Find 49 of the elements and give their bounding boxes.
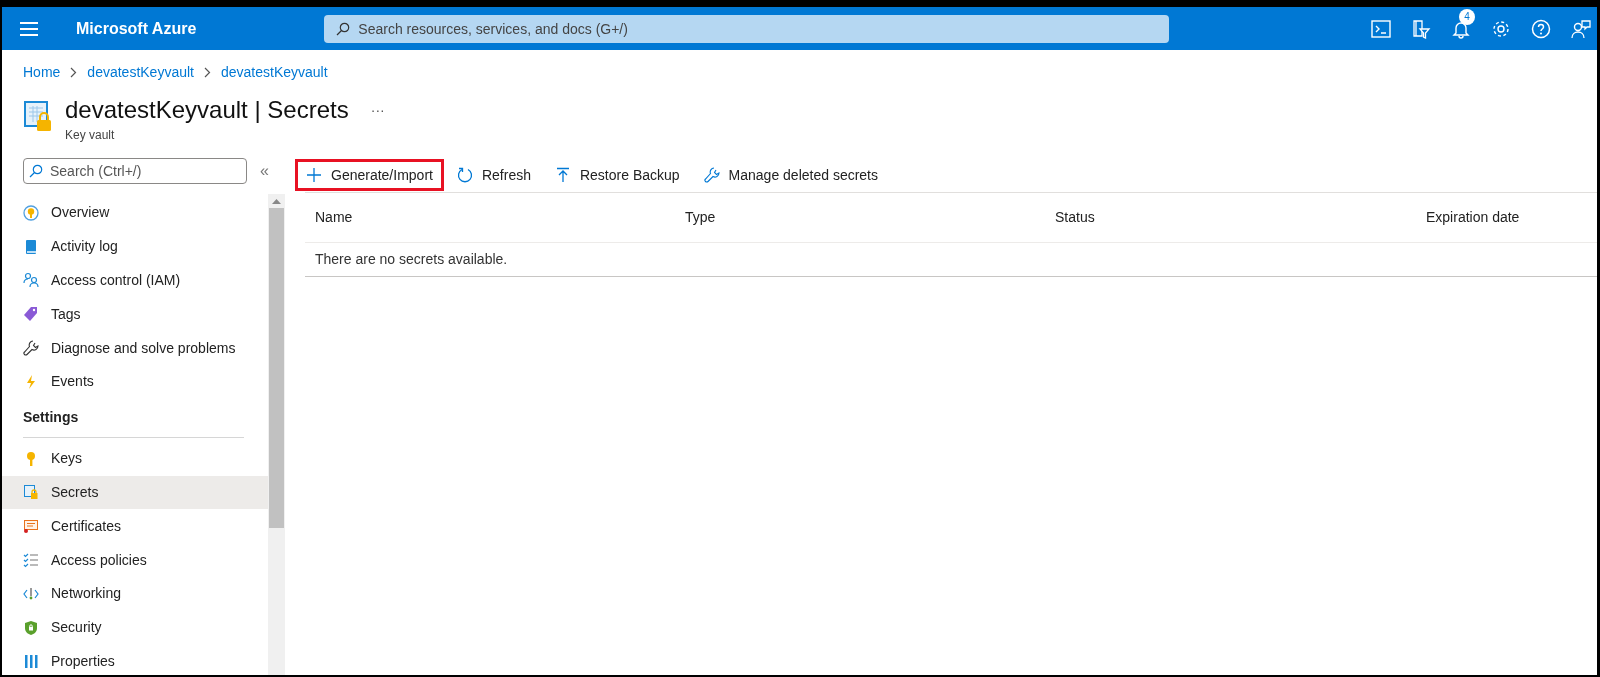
certificate-icon bbox=[23, 518, 39, 535]
page-title: devatestKeyvault | Secrets bbox=[65, 95, 349, 125]
wrench-icon bbox=[703, 167, 720, 183]
page-subtitle: Key vault bbox=[65, 127, 116, 144]
collapse-button[interactable]: « bbox=[260, 159, 269, 183]
notification-count: 4 bbox=[1459, 8, 1475, 25]
search-icon bbox=[336, 21, 351, 36]
toolbar-button[interactable]: Refresh bbox=[445, 159, 542, 191]
breadcrumb-link[interactable]: Home bbox=[23, 61, 61, 83]
chevron-icon bbox=[204, 66, 211, 78]
more-button[interactable]: ··· bbox=[370, 99, 385, 121]
feedback-icon[interactable] bbox=[1571, 18, 1591, 39]
search-icon bbox=[29, 164, 43, 178]
app-title[interactable]: Microsoft Azure bbox=[76, 16, 197, 41]
secret-icon bbox=[23, 484, 39, 501]
upload-arrow-icon bbox=[554, 167, 571, 183]
network-icon bbox=[23, 585, 39, 602]
section-heading: Settings bbox=[23, 408, 79, 425]
plus-icon bbox=[306, 167, 322, 183]
chevron-icon bbox=[70, 66, 78, 78]
search-field[interactable]: Search resources, services, and docs (G+/) bbox=[324, 14, 1170, 43]
wrench-icon bbox=[23, 340, 39, 357]
menu-icon[interactable] bbox=[20, 21, 38, 36]
column-header[interactable]: Status bbox=[1055, 209, 1095, 225]
tag-icon bbox=[23, 306, 39, 323]
breadcrumb-link[interactable]: devatestKeyvault bbox=[221, 61, 328, 83]
book-icon bbox=[23, 238, 39, 255]
breadcrumb-link[interactable]: devatestKeyvault bbox=[87, 61, 194, 83]
shield-icon bbox=[23, 619, 39, 636]
bars-icon bbox=[23, 653, 39, 670]
lightbulb-icon bbox=[23, 204, 39, 221]
sidebar-item[interactable]: Secrets bbox=[2, 475, 268, 510]
toolbar-button[interactable]: Generate/Import bbox=[295, 159, 444, 191]
checklist-icon bbox=[23, 552, 39, 569]
empty-message: There are no secrets available. bbox=[315, 250, 508, 269]
column-header[interactable]: Name bbox=[315, 209, 353, 225]
scroll-up-icon[interactable] bbox=[272, 198, 281, 204]
toolbar-button[interactable]: Manage deleted secrets bbox=[692, 159, 889, 191]
filter-icon[interactable] bbox=[1411, 18, 1431, 39]
column-header[interactable]: Expiration date bbox=[1426, 209, 1520, 225]
sidebar-search-field[interactable]: Search (Ctrl+/) bbox=[23, 158, 247, 184]
toolbar-button[interactable]: Restore Backup bbox=[543, 159, 691, 191]
people-icon bbox=[23, 272, 39, 289]
scrollbar[interactable] bbox=[268, 194, 285, 675]
refresh-icon bbox=[456, 167, 473, 183]
help-icon[interactable] bbox=[1531, 18, 1551, 39]
column-header[interactable]: Type bbox=[685, 209, 716, 225]
terminal-icon[interactable] bbox=[1371, 19, 1391, 38]
settings-icon[interactable] bbox=[1491, 18, 1511, 39]
